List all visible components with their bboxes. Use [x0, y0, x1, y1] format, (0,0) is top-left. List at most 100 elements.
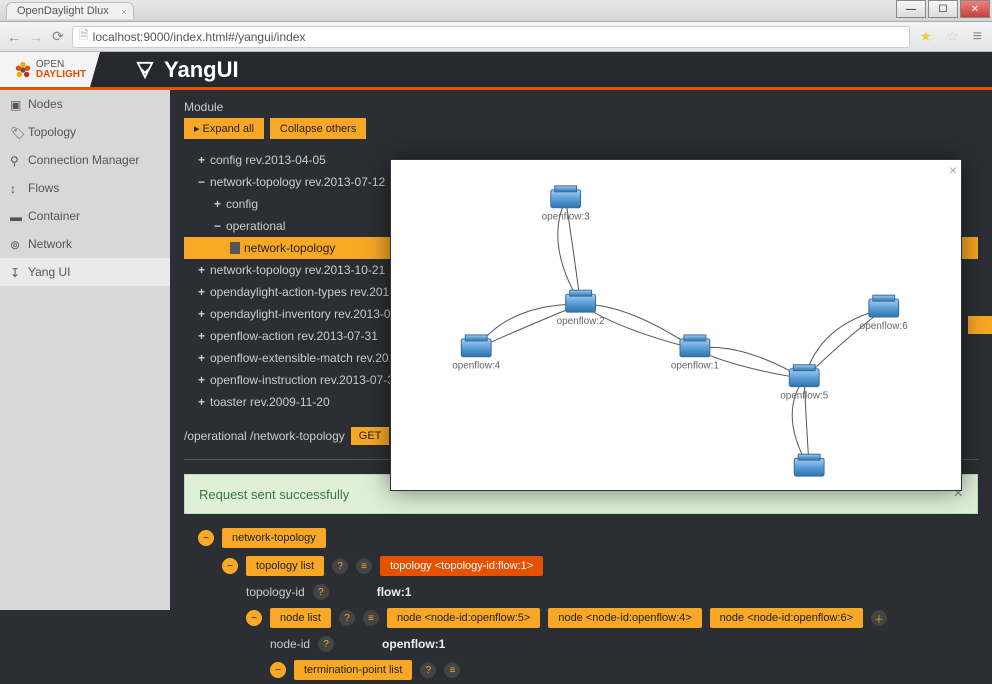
pill-termination-point-list[interactable]: termination-point list [294, 660, 412, 680]
api-path: /operational /network-topology [184, 429, 345, 443]
sidebar-item-yangui[interactable]: ↧Yang UI [0, 258, 170, 286]
connection-icon: ⚲ [10, 154, 22, 166]
sidebar-item-connection-manager[interactable]: ⚲Connection Manager [0, 146, 170, 174]
switch-node[interactable]: openflow:3 [542, 186, 590, 223]
caret-right-icon: ▸ [194, 123, 200, 135]
svg-text:openflow:4: openflow:4 [452, 361, 500, 372]
pill-topology-cap[interactable]: topology <topology-id:flow:1> [380, 556, 543, 576]
bookmark-icon[interactable]: ★ [920, 28, 933, 45]
brand-line1: OPEN [36, 60, 86, 70]
add-icon[interactable]: ＋ [871, 610, 887, 626]
filter-icon[interactable]: ≡ [444, 662, 460, 678]
svg-text:openflow:3: openflow:3 [542, 212, 590, 223]
sidebar-item-container[interactable]: ▬Container [0, 202, 170, 230]
plus-icon[interactable]: + [198, 351, 210, 365]
minus-icon[interactable]: − [198, 175, 210, 189]
app-header: OPEN DAYLIGHT YangUI [0, 52, 992, 90]
tab-title: OpenDaylight Dlux [17, 5, 109, 17]
pill-topology-list[interactable]: topology list [246, 556, 324, 576]
plus-icon[interactable]: + [198, 395, 210, 409]
plus-icon[interactable]: + [198, 153, 210, 167]
topology-graph[interactable]: openflow:3 openflow:2 openflow:4 openflow:1… [391, 160, 961, 490]
value-node-id: openflow:1 [382, 637, 445, 651]
nodes-icon: ▣ [10, 98, 22, 110]
collapse-toggle[interactable]: − [198, 530, 214, 546]
page-title: YangUI [136, 57, 239, 83]
browser-tabstrip: OpenDaylight Dlux × — ☐ ✕ [0, 0, 992, 22]
url-input[interactable]: 🗎 localhost:9000/index.html#/yangui/inde… [72, 26, 910, 48]
file-icon [230, 242, 240, 254]
yang-icon: ↧ [10, 266, 22, 278]
svg-text:openflow:1: openflow:1 [671, 361, 719, 372]
svg-text:openflow:2: openflow:2 [557, 316, 605, 327]
info-icon[interactable]: ? [339, 610, 355, 626]
forward-button[interactable]: → [28, 29, 44, 45]
brand-logo[interactable]: OPEN DAYLIGHT [0, 52, 100, 87]
minus-icon[interactable]: − [214, 219, 226, 233]
close-icon[interactable]: × [949, 162, 957, 178]
sidebar: ▣Nodes 🏷Topology ⚲Connection Manager ↕Fl… [0, 90, 170, 610]
switch-node[interactable]: openflow:1 [671, 335, 719, 372]
pill-node-cap[interactable]: node <node-id:openflow:6> [710, 608, 863, 628]
pill-node-list[interactable]: node list [270, 608, 331, 628]
collapse-toggle[interactable]: − [222, 558, 238, 574]
pill-network-topology[interactable]: network-topology [222, 528, 326, 548]
plus-icon[interactable]: + [214, 197, 226, 211]
banner-text: Request sent successfully [199, 487, 349, 502]
close-icon[interactable]: × [121, 7, 126, 17]
back-button[interactable]: ← [6, 29, 22, 45]
flows-icon: ↕ [10, 182, 22, 194]
page-icon: 🗎 [79, 26, 89, 47]
minimize-button[interactable]: — [896, 0, 926, 18]
collapse-toggle[interactable]: − [246, 610, 262, 626]
switch-node[interactable]: openflow:2 [557, 290, 605, 327]
switch-node[interactable]: openflow:4 [452, 335, 500, 372]
url-text: localhost:9000/index.html#/yangui/index [93, 30, 306, 44]
brand-line2: DAYLIGHT [36, 70, 86, 80]
plus-icon[interactable]: + [198, 373, 210, 387]
reload-button[interactable]: ⟳ [50, 29, 66, 45]
flower-icon [14, 61, 32, 79]
topology-modal: × openflow:3openflow:2openflow:4openflow… [390, 159, 962, 491]
svg-text:openflow:6: openflow:6 [860, 321, 908, 332]
value-topology-id: flow:1 [377, 585, 412, 599]
sidebar-item-network[interactable]: ⊚Network [0, 230, 170, 258]
info-icon[interactable]: ? [420, 662, 436, 678]
maximize-button[interactable]: ☐ [928, 0, 958, 18]
result-tree: − network-topology − topology list ? ≡ t… [184, 524, 978, 684]
info-icon[interactable]: ? [318, 636, 334, 652]
switch-node[interactable]: openflow:5 [780, 365, 828, 402]
network-icon: ⊚ [10, 238, 22, 250]
address-bar: ← → ⟳ 🗎 localhost:9000/index.html#/yangu… [0, 22, 992, 52]
window-close-button[interactable]: ✕ [960, 0, 990, 18]
filter-icon[interactable]: ≡ [363, 610, 379, 626]
info-icon[interactable]: ? [332, 558, 348, 574]
svg-text:openflow:5: openflow:5 [780, 391, 828, 402]
sidebar-item-nodes[interactable]: ▣Nodes [0, 90, 170, 118]
expand-all-button[interactable]: ▸Expand all [184, 118, 264, 139]
label-topology-id: topology-id [246, 585, 305, 599]
window-controls: — ☐ ✕ [896, 0, 990, 18]
plus-icon[interactable]: + [198, 263, 210, 277]
cutoff-pill [968, 316, 992, 334]
label-node-id: node-id [270, 637, 310, 651]
star-outline-icon[interactable]: ☆ [946, 28, 959, 45]
yangui-icon [136, 61, 154, 79]
collapse-toggle[interactable]: − [270, 662, 286, 678]
collapse-others-button[interactable]: Collapse others [270, 118, 366, 139]
pill-node-cap[interactable]: node <node-id:openflow:4> [548, 608, 701, 628]
info-icon[interactable]: ? [313, 584, 329, 600]
module-heading: Module [184, 100, 978, 114]
chrome-menu-icon[interactable]: ≡ [973, 28, 982, 46]
get-button[interactable]: GET [351, 427, 390, 445]
topology-icon: 🏷 [10, 126, 22, 138]
plus-icon[interactable]: + [198, 329, 210, 343]
sidebar-item-topology[interactable]: 🏷Topology [0, 118, 170, 146]
switch-node[interactable] [794, 454, 824, 476]
filter-icon[interactable]: ≡ [356, 558, 372, 574]
sidebar-item-flows[interactable]: ↕Flows [0, 174, 170, 202]
browser-tab[interactable]: OpenDaylight Dlux × [6, 2, 134, 19]
plus-icon[interactable]: + [198, 285, 210, 299]
pill-node-cap[interactable]: node <node-id:openflow:5> [387, 608, 540, 628]
plus-icon[interactable]: + [198, 307, 210, 321]
